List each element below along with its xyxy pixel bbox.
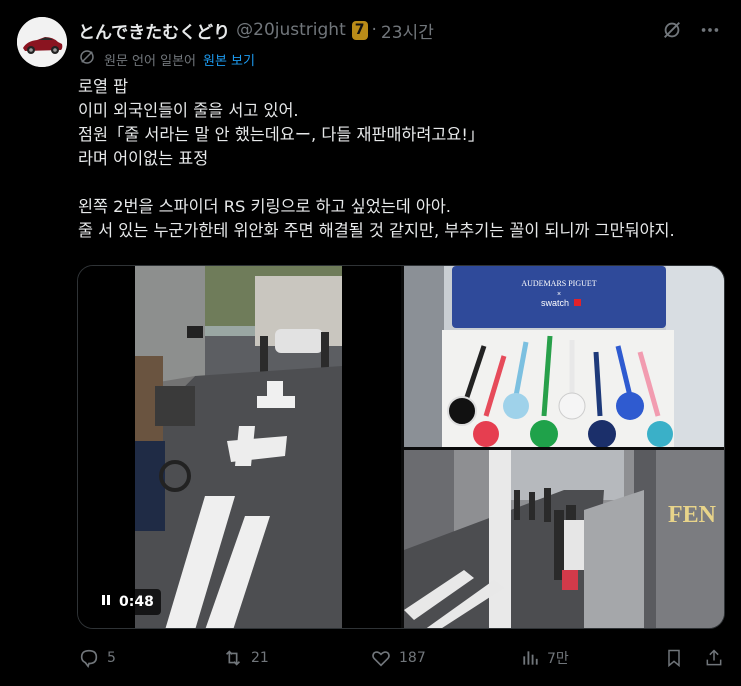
views-button[interactable]: 7만 [520, 646, 569, 670]
tweet-text-line [78, 171, 718, 195]
avatar[interactable] [17, 17, 67, 67]
reply-icon [78, 647, 100, 669]
action-bar: 5 21 187 7만 [78, 646, 726, 670]
views-count: 7만 [547, 651, 569, 667]
share-button[interactable] [704, 646, 724, 670]
retweet-count: 21 [251, 650, 269, 666]
grok-icon[interactable] [661, 19, 683, 41]
media-grid: 0:48 AUDEMARS PIGUET × swatch FEN [77, 265, 725, 629]
tweet-text-line: 점원「줄 서라는 말 안 했는데요ー, 다들 재판매하려고요!」 [78, 125, 485, 144]
tweet-text-line: 로열 팝 [78, 77, 129, 96]
reply-count: 5 [107, 650, 116, 666]
translate-icon [78, 48, 96, 70]
share-icon [704, 648, 724, 668]
tweet-text-line: 왼쪽 2번을 스파이더 RS 키링으로 하고 싶었는데 아아. [78, 197, 451, 216]
video-player[interactable]: 0:48 [78, 266, 401, 628]
tweet-text: 로열 팝 이미 외국인들이 줄을 서고 있어. 점원「줄 서라는 말 안 했는데… [78, 75, 718, 243]
display-name[interactable]: とんできたむくどり [78, 18, 230, 43]
translation-row: 원문 언어 일본어 원본 보기 [78, 49, 255, 69]
photo-queue[interactable]: FEN [404, 450, 724, 628]
translation-source-label: 원문 언어 일본어 [104, 53, 196, 69]
view-original-link[interactable]: 원본 보기 [203, 50, 255, 69]
separator-dot: · [371, 20, 377, 40]
brand-line-2: swatch [541, 298, 569, 308]
user-badge: 7 [351, 20, 368, 40]
tweet-text-line: 라며 어이없는 표정 [78, 149, 209, 168]
store-sign: FEN [668, 502, 717, 528]
like-button[interactable]: 187 [370, 646, 426, 670]
retweet-icon [222, 647, 244, 669]
avatar-car-image [17, 17, 67, 67]
tweet-timestamp[interactable]: 23시간 [381, 18, 434, 43]
brand-line-1: AUDEMARS PIGUET [521, 279, 596, 288]
video-frame[interactable] [135, 266, 342, 628]
video-duration: 0:48 [119, 594, 154, 610]
tweet-header: とんできたむくどり @20justright 7 · 23시간 [78, 18, 721, 43]
pause-icon[interactable] [101, 594, 111, 610]
like-count: 187 [399, 650, 426, 666]
user-handle[interactable]: @20justright [236, 20, 346, 40]
video-controls[interactable]: 0:48 [94, 589, 161, 615]
brand-x: × [557, 291, 561, 298]
reply-button[interactable]: 5 [78, 646, 116, 670]
photo-watches[interactable]: AUDEMARS PIGUET × swatch [404, 266, 724, 447]
views-icon [520, 648, 540, 668]
more-icon[interactable] [699, 19, 721, 41]
tweet-text-line: 이미 외국인들이 줄을 서고 있어. [78, 101, 299, 120]
bookmark-icon [664, 648, 684, 668]
bookmark-button[interactable] [664, 646, 684, 670]
tweet-text-line: 줄 서 있는 누군가한테 위안화 주면 해결될 것 같지만, 부추기는 꼴이 되… [78, 221, 675, 240]
retweet-button[interactable]: 21 [222, 646, 269, 670]
like-icon [370, 647, 392, 669]
